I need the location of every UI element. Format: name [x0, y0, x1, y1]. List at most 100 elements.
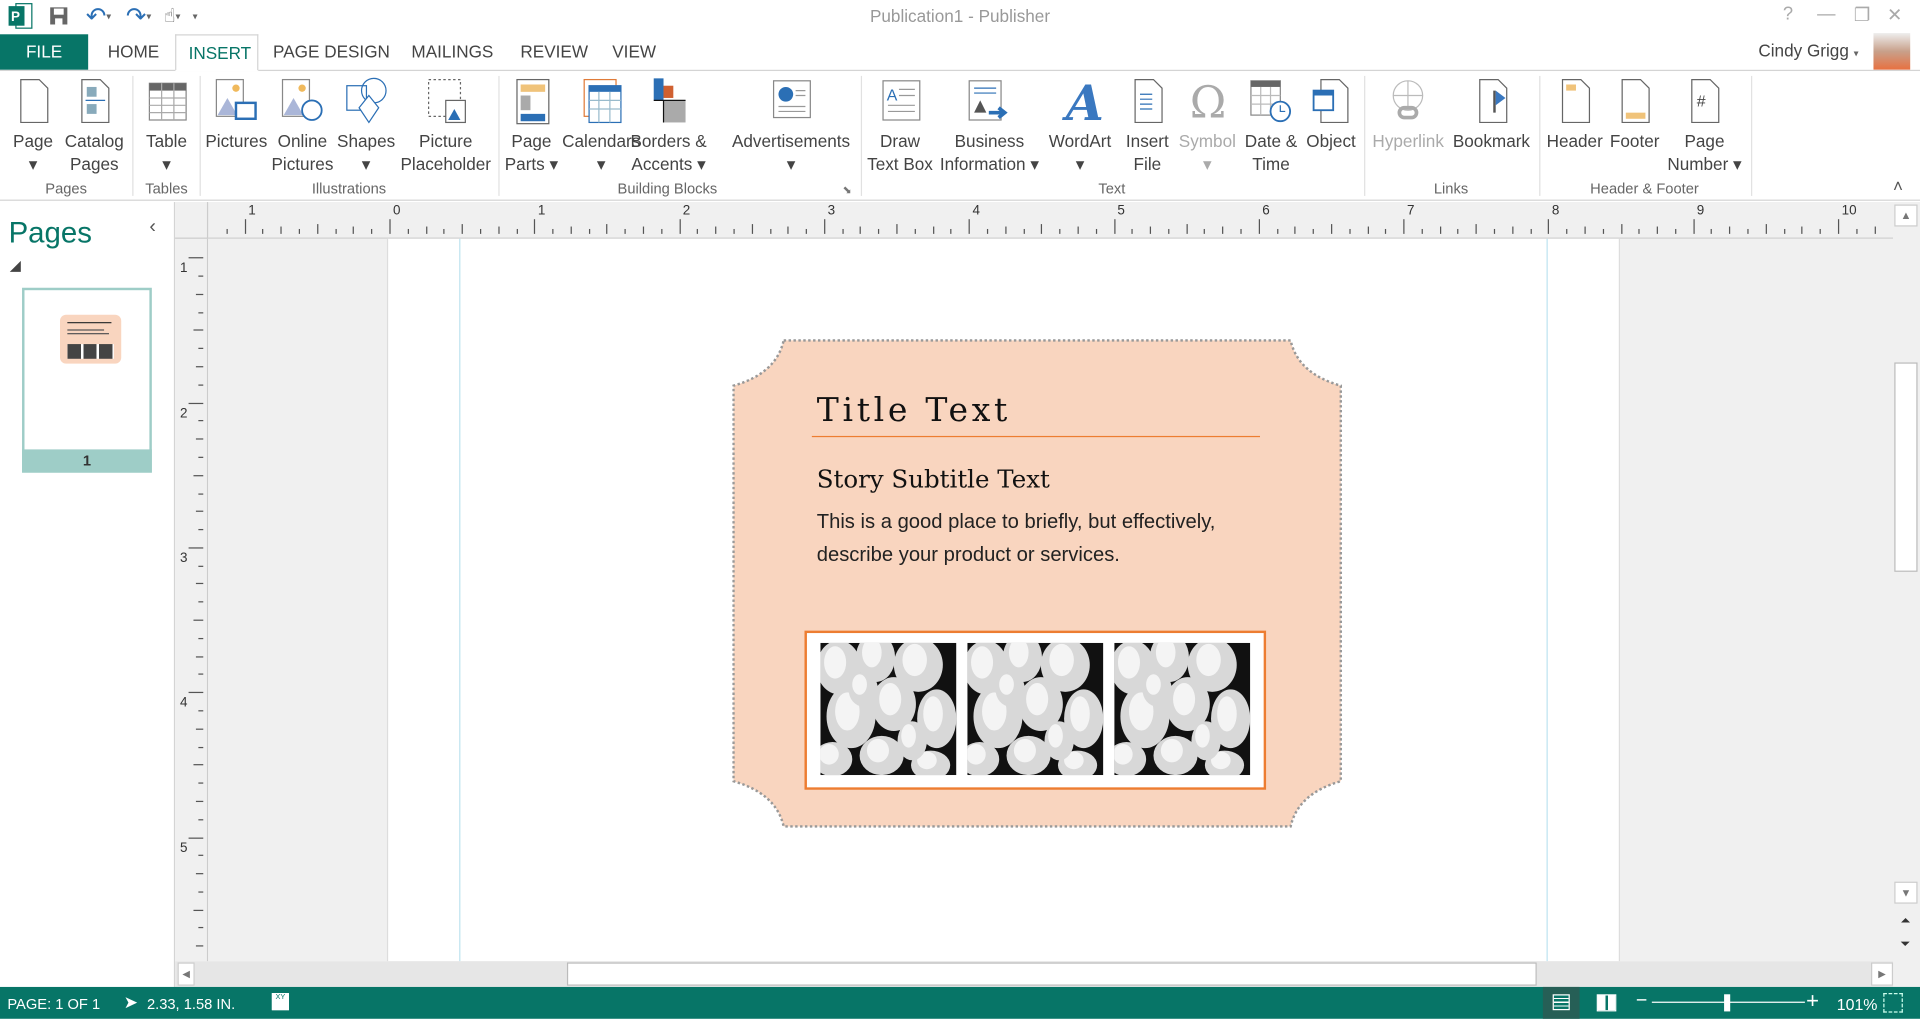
picture-placeholder-button[interactable]: Picture Placeholder	[400, 76, 491, 176]
tab-insert[interactable]: INSERT	[175, 34, 259, 72]
shapes-button[interactable]: Shapes ▾	[337, 76, 395, 176]
business-information-button[interactable]: Business Information ▾	[940, 76, 1039, 176]
page-indicator[interactable]: PAGE: 1 OF 1	[7, 996, 100, 1013]
ruler-label: 4	[972, 203, 980, 218]
catalog-pages-icon	[81, 78, 110, 124]
fit-to-window-icon[interactable]	[1883, 993, 1903, 1013]
horizontal-ruler[interactable]: 1 0 1 2 3 4 5 6 7 8 9 10	[175, 202, 1894, 239]
collapse-pane-icon[interactable]: ‹	[149, 217, 156, 239]
vertical-ruler[interactable]: 1 2 3 4 5	[175, 238, 209, 962]
cursor-icon: ➤	[123, 991, 139, 1012]
object-button[interactable]: Object	[1306, 76, 1356, 153]
avatar[interactable]	[1873, 33, 1911, 70]
button-label-2: ▾	[786, 154, 796, 174]
zoom-slider-thumb[interactable]	[1724, 994, 1731, 1012]
tulip-photo[interactable]	[813, 633, 957, 781]
ruler-label: 10	[1841, 203, 1857, 218]
symbol-icon: Ω	[1190, 78, 1227, 125]
hyperlink-button[interactable]: Hyperlink	[1372, 76, 1444, 153]
vertical-scrollbar[interactable]: ▲ ▼ ⏶ ⏷	[1893, 202, 1920, 987]
object-icon	[1312, 78, 1349, 124]
ruler-label: 9	[1696, 203, 1705, 218]
header-button[interactable]: Header	[1547, 76, 1603, 153]
expand-triangle-icon[interactable]	[9, 260, 21, 272]
svg-text:Ω: Ω	[1190, 78, 1227, 125]
button-label: Draw	[879, 131, 921, 151]
wordart-button[interactable]: A WordArt ▾	[1049, 76, 1112, 176]
page-parts-button[interactable]: Page Parts ▾	[505, 76, 558, 176]
page-thumbnail[interactable]: 1	[22, 287, 152, 473]
button-label: Page	[13, 131, 54, 151]
scroll-down-icon[interactable]: ▼	[1894, 881, 1918, 904]
thumbnail-preview	[60, 314, 122, 364]
page-parts-icon	[516, 78, 550, 125]
body-text[interactable]: This is a good place to briefly, but eff…	[817, 506, 1216, 572]
tab-page-design[interactable]: PAGE DESIGN	[261, 34, 402, 71]
ruler-label: 2	[682, 203, 691, 218]
button-label-2: Information ▾	[939, 154, 1039, 174]
draw-text-box-button[interactable]: A Draw Text Box	[867, 76, 933, 176]
help-button[interactable]: ?	[1783, 4, 1793, 25]
calendars-button[interactable]: Calendars ▾	[562, 76, 640, 176]
online-pictures-button[interactable]: Online Pictures	[271, 76, 333, 176]
minimize-button[interactable]: —	[1817, 4, 1835, 25]
next-page-icon[interactable]: ⏷	[1900, 938, 1910, 951]
zoom-level[interactable]: 101%	[1837, 996, 1878, 1014]
collapse-ribbon-icon[interactable]: ˄	[1893, 176, 1903, 196]
zoom-out-button[interactable]: −	[1636, 991, 1647, 1013]
tab-file[interactable]: FILE	[0, 34, 89, 72]
pictures-button[interactable]: Pictures	[205, 76, 267, 153]
tab-home[interactable]: HOME	[96, 34, 172, 71]
vertical-scroll-thumb[interactable]	[1894, 362, 1918, 572]
bookmark-button[interactable]: Bookmark	[1453, 76, 1530, 153]
user-account[interactable]: Cindy Grigg ▾	[1758, 40, 1858, 60]
picture-placeholder-icon	[427, 78, 466, 124]
tulip-photo[interactable]	[1106, 633, 1251, 781]
picture-frame[interactable]	[804, 630, 1267, 790]
scroll-left-icon[interactable]: ◀	[177, 962, 195, 986]
button-label-2: Accents ▾	[631, 154, 706, 174]
previous-page-icon[interactable]: ⏶	[1900, 915, 1910, 928]
footer-button[interactable]: Footer	[1610, 76, 1659, 153]
group-label-tables: Tables	[145, 180, 188, 198]
horizontal-scroll-thumb[interactable]	[566, 962, 1537, 986]
macro-icon[interactable]: XY	[271, 993, 289, 1011]
scroll-right-icon[interactable]: ▶	[1871, 962, 1894, 986]
catalog-pages-button[interactable]: Catalog Pages	[65, 76, 124, 176]
shapes-icon	[345, 77, 387, 124]
button-label-2: Pictures	[271, 154, 334, 174]
tulip-photo[interactable]	[960, 633, 1104, 781]
close-button[interactable]: ✕	[1887, 4, 1902, 26]
page-number-button[interactable]: # Page Number ▾	[1667, 76, 1742, 176]
insert-file-button[interactable]: Insert File	[1123, 76, 1172, 176]
button-label: Insert	[1125, 131, 1169, 151]
date-time-icon	[1250, 80, 1292, 123]
date-time-button[interactable]: Date & Time	[1245, 76, 1297, 176]
symbol-button[interactable]: Ω Symbol ▾	[1179, 76, 1236, 176]
tab-review[interactable]: REVIEW	[508, 34, 600, 71]
button-label-2: ▾	[162, 154, 171, 174]
tab-view[interactable]: VIEW	[600, 34, 668, 71]
ruler-label: 5	[180, 840, 188, 856]
horizontal-scrollbar[interactable]: ◀ ▶	[175, 961, 1894, 987]
two-page-view-button[interactable]	[1596, 994, 1617, 1012]
button-label: Date &	[1244, 131, 1298, 151]
title-text[interactable]: Title Text	[817, 392, 1011, 430]
building-blocks-launcher-icon[interactable]: ⬊	[842, 184, 851, 197]
scroll-up-icon[interactable]: ▲	[1894, 204, 1918, 227]
button-label: Symbol	[1178, 131, 1236, 151]
single-page-view-button[interactable]	[1542, 986, 1580, 1019]
advertisements-button[interactable]: Advertisements ▾	[732, 76, 850, 176]
story-subtitle[interactable]: Story Subtitle Text	[817, 464, 1050, 493]
borders-accents-button[interactable]: Borders & Accents ▾	[630, 76, 707, 176]
group-label-links: Links	[1433, 180, 1469, 198]
table-button[interactable]: Table ▾	[142, 76, 191, 176]
page-button[interactable]: Page ▾	[9, 76, 58, 176]
zoom-in-button[interactable]: +	[1806, 988, 1819, 1014]
button-label: Bookmark	[1452, 131, 1531, 151]
restore-button[interactable]: ❐	[1854, 4, 1870, 26]
ruler-corner	[175, 202, 209, 239]
pictures-icon	[216, 78, 258, 121]
body-line: describe your product or services.	[816, 543, 1120, 566]
tab-mailings[interactable]: MAILINGS	[399, 34, 505, 71]
